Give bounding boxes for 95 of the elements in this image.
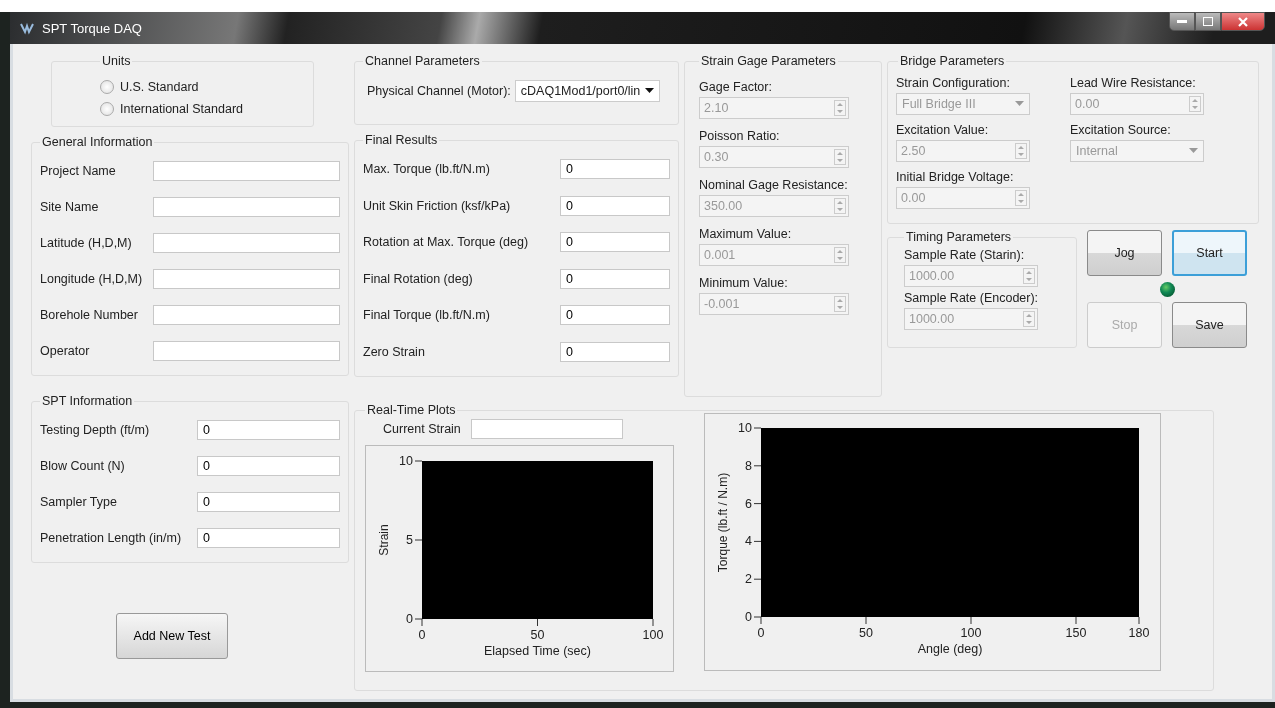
text-field[interactable] (153, 233, 340, 253)
field-label: Physical Channel (Motor): (367, 84, 511, 98)
text-field[interactable] (153, 305, 340, 325)
tick-label: 50 (530, 628, 545, 642)
close-icon (1238, 16, 1248, 27)
text-field[interactable]: 0 (197, 420, 340, 440)
field-label: Site Name (40, 200, 99, 214)
field-label: Blow Count (N) (40, 459, 125, 473)
group-title: Timing Parameters (905, 230, 1013, 244)
field-label: Operator (40, 344, 90, 358)
radio-button[interactable] (100, 102, 114, 116)
group-title: Strain Gage Parameters (700, 54, 837, 68)
text-field[interactable]: 0 (197, 528, 340, 548)
field-label: Testing Depth (ft/m) (40, 423, 150, 437)
action-button[interactable]: Save (1172, 302, 1247, 348)
field-label: Excitation Value: (896, 123, 990, 137)
maximize-button[interactable] (1195, 12, 1221, 31)
axis-title: Strain (377, 524, 391, 556)
app-icon (20, 21, 34, 35)
group-title: Final Results (364, 133, 439, 147)
field-label: Sampler Type (40, 495, 117, 509)
minimize-icon (1177, 19, 1187, 24)
group-title: Real-Time Plots (366, 403, 457, 417)
field-label: Maximum Value: (699, 227, 793, 241)
field-label: Nominal Gage Resistance: (699, 178, 849, 192)
field-label: Sample Rate (Encoder): (904, 291, 1040, 305)
close-button[interactable] (1221, 12, 1265, 31)
field-label: Borehole Number (40, 308, 138, 322)
axis-title: Torque (lb.ft / N.m) (716, 472, 730, 573)
field-label: Final Rotation (deg) (363, 271, 473, 286)
text-field[interactable]: 0 (197, 456, 340, 476)
tick-label: 10 (738, 421, 752, 435)
text-field[interactable]: 0 (560, 159, 670, 180)
tick-label: 180 (1128, 626, 1150, 640)
group-title: Units (101, 54, 132, 68)
group-title: Bridge Parameters (899, 54, 1006, 68)
group-title: General Information (41, 135, 154, 149)
tick-label: 2 (745, 572, 752, 587)
field-label: Zero Strain (363, 344, 425, 359)
radio-label[interactable]: International Standard (120, 102, 243, 116)
tick-label: 150 (1065, 626, 1087, 640)
text-field[interactable]: 0 (560, 341, 670, 362)
radio-label[interactable]: U.S. Standard (120, 80, 199, 94)
tick-label: 4 (745, 534, 752, 549)
field-label: Lead Wire Resistance: (1070, 76, 1197, 90)
field-label: Max. Torque (lb.ft/N.m) (363, 162, 490, 177)
tick-label: 100 (642, 628, 664, 642)
field-label: Excitation Source: (1070, 123, 1172, 137)
axis-title: Elapsed Time (sec) (484, 644, 591, 658)
add-new-test-button[interactable]: Add New Test (116, 613, 228, 659)
field-label: Poisson Ratio: (699, 129, 781, 143)
field-label: Gage Factor: (699, 80, 773, 94)
field-label: Minimum Value: (699, 276, 789, 290)
action-button[interactable]: Jog (1087, 230, 1162, 276)
tick-label: 0 (406, 612, 413, 626)
text-field[interactable]: 0 (560, 232, 670, 253)
tick-label: 50 (859, 626, 873, 640)
axis-title: Angle (deg) (917, 642, 983, 656)
field-label: Project Name (40, 164, 116, 178)
field-label: Sample Rate (Starin): (904, 248, 1026, 262)
field-label: Unit Skin Friction (ksf/kPa) (363, 198, 511, 213)
dropdown[interactable]: cDAQ1Mod1/port0/lin (514, 80, 660, 102)
group-title: Channel Parameters (364, 54, 481, 68)
text-field[interactable] (153, 197, 340, 217)
tick-label: 100 (960, 626, 982, 640)
window-title: SPT Torque DAQ (42, 20, 142, 36)
text-field[interactable]: 0 (560, 195, 670, 216)
group-title: SPT Information (41, 394, 134, 408)
tick-label: 0 (418, 628, 426, 642)
text-field[interactable] (153, 269, 340, 289)
tick-label: 0 (745, 610, 752, 624)
field-label: Penetration Length (in/m) (40, 531, 182, 545)
caret-icon[interactable] (644, 88, 654, 94)
field-label: Initial Bridge Voltage: (896, 170, 1015, 184)
field-label: Final Torque (lb.ft/N.m) (363, 308, 490, 323)
maximize-icon (1203, 17, 1213, 26)
text-field[interactable]: 0 (197, 492, 340, 512)
action-button[interactable]: Start (1172, 230, 1247, 276)
field-label: Strain Configuration: (896, 76, 1011, 90)
text-field[interactable] (470, 419, 623, 439)
field-label: Rotation at Max. Torque (deg) (363, 235, 529, 250)
field-label: Longitude (H,D,M) (40, 272, 143, 286)
text-field[interactable]: 0 (560, 268, 670, 289)
field-label: Current Strain (383, 422, 461, 436)
radio-button[interactable] (100, 80, 114, 94)
text-field[interactable]: 0 (560, 305, 670, 326)
field-label: Latitude (H,D,M) (40, 236, 132, 250)
tick-label: 0 (757, 626, 765, 640)
tick-label: 5 (406, 533, 413, 547)
minimize-button[interactable] (1169, 12, 1195, 31)
tick-label: 8 (745, 458, 752, 473)
text-field[interactable] (153, 161, 340, 181)
tick-label: 6 (745, 496, 752, 511)
text-field[interactable] (153, 341, 340, 361)
tick-label: 10 (399, 454, 413, 468)
